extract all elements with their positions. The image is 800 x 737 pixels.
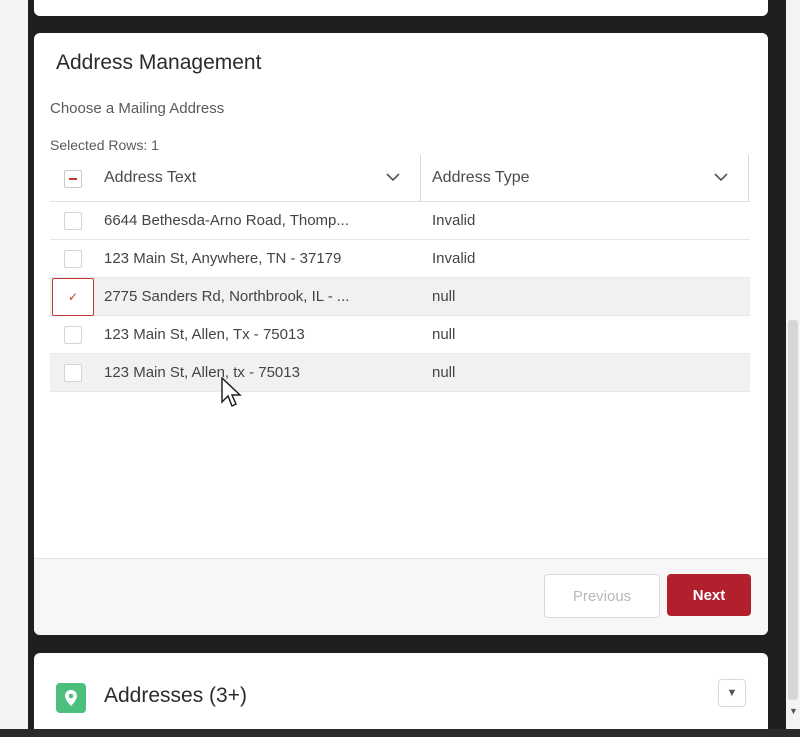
bottom-bar	[0, 729, 800, 737]
select-all-checkbox[interactable]	[64, 170, 82, 188]
column-divider	[748, 155, 749, 201]
table-header: Address Text Address Type	[50, 155, 750, 202]
table-row[interactable]: 123 Main St, Allen, tx - 75013 null	[50, 354, 750, 392]
row-checkbox[interactable]	[64, 212, 82, 230]
addresses-related-card: Addresses (3+) ▼	[34, 653, 768, 737]
address-type-cell: null	[432, 326, 456, 343]
row-checkbox[interactable]	[64, 326, 82, 344]
table-row[interactable]: 123 Main St, Allen, Tx - 75013 null	[50, 316, 750, 354]
column-header-address-type[interactable]: Address Type	[432, 155, 732, 201]
addresses-card-title[interactable]: Addresses (3+)	[104, 684, 247, 708]
address-text-cell: 123 Main St, Allen, Tx - 75013	[104, 326, 305, 343]
previous-button[interactable]: Previous	[544, 574, 660, 618]
address-type-cell: null	[432, 364, 456, 381]
address-text-cell: 2775 Sanders Rd, Northbrook, IL - ...	[104, 288, 350, 305]
address-text-cell: 6644 Bethesda-Arno Road, Thomp...	[104, 212, 349, 229]
card-title: Address Management	[56, 51, 262, 74]
row-checkbox[interactable]	[64, 364, 82, 382]
chevron-down-icon[interactable]	[714, 155, 728, 201]
address-type-cell: Invalid	[432, 250, 476, 267]
previous-card-bottom	[34, 0, 768, 16]
address-management-card: Address Management Choose a Mailing Addr…	[34, 33, 768, 635]
scroll-down-arrow-icon[interactable]: ▼	[789, 706, 798, 716]
column-header-address-text[interactable]: Address Text	[104, 155, 404, 201]
map-pin-icon	[56, 683, 86, 713]
dropdown-menu-button[interactable]: ▼	[718, 679, 746, 707]
table-row[interactable]: 6644 Bethesda-Arno Road, Thomp... Invali…	[50, 202, 750, 240]
caret-down-icon: ▼	[726, 687, 738, 699]
scrollbar-thumb[interactable]	[788, 320, 798, 700]
next-button[interactable]: Next	[667, 574, 751, 616]
row-checkbox[interactable]	[64, 250, 82, 268]
address-text-cell: 123 Main St, Anywhere, TN - 37179	[104, 250, 342, 267]
mouse-cursor-icon	[221, 377, 242, 408]
table-row[interactable]: ✓ 2775 Sanders Rd, Northbrook, IL - ... …	[50, 278, 750, 316]
chevron-down-icon[interactable]	[386, 155, 400, 201]
address-type-cell: Invalid	[432, 212, 476, 229]
address-text-cell: 123 Main St, Allen, tx - 75013	[104, 364, 300, 381]
table-row[interactable]: 123 Main St, Anywhere, TN - 37179 Invali…	[50, 240, 750, 278]
row-checkbox-checked[interactable]: ✓	[52, 278, 94, 316]
checkmark-icon: ✓	[67, 290, 79, 304]
mailing-address-prompt: Choose a Mailing Address	[50, 100, 225, 117]
address-type-cell: null	[432, 288, 456, 305]
left-panel-edge	[0, 0, 28, 737]
address-table: Address Text Address Type 6644 Bethesda-…	[50, 155, 750, 392]
column-divider	[420, 155, 421, 201]
selected-rows-count: Selected Rows: 1	[50, 137, 159, 153]
